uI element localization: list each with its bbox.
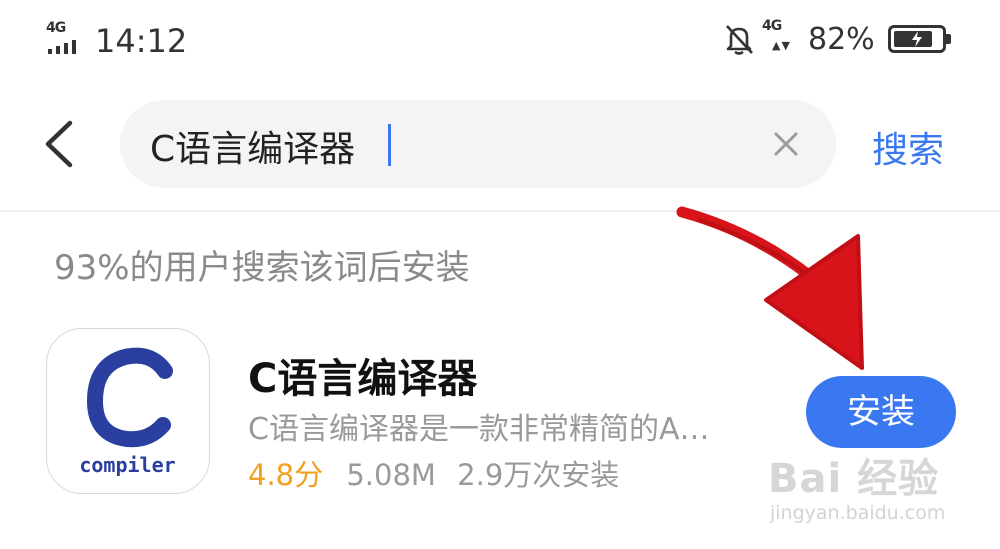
app-meta: 4.8分 5.08M 2.9万次安装 <box>248 452 619 494</box>
app-size: 5.08M <box>346 458 436 492</box>
network-type-label: 4G <box>46 20 66 36</box>
clear-icon[interactable] <box>768 126 804 162</box>
clock: 14:12 <box>95 22 188 60</box>
search-hint: 93%的用户搜索该词后安装 <box>54 248 470 288</box>
app-icon-label: compiler <box>79 453 176 477</box>
install-button[interactable]: 安装 <box>806 376 956 448</box>
search-button[interactable]: 搜索 <box>872 121 944 173</box>
app-install-count: 2.9万次安装 <box>457 458 620 492</box>
battery-icon <box>888 25 951 53</box>
divider <box>0 210 1000 212</box>
app-description: C语言编译器是一款非常精简的A… <box>248 412 710 447</box>
search-query[interactable]: C语言编译器 <box>150 120 355 172</box>
network-icon: 4G ▲▼ <box>762 18 791 52</box>
watermark-url: jingyan.baidu.com <box>770 502 946 524</box>
app-rating: 4.8分 <box>248 458 324 492</box>
watermark-logo: Bai 经验 <box>768 456 940 502</box>
text-caret <box>388 124 391 166</box>
app-icon[interactable]: compiler <box>46 328 210 494</box>
back-arrow-icon[interactable] <box>36 117 82 171</box>
status-bar: 4G 14:12 4G ▲▼ 82% <box>0 0 1000 80</box>
app-name: C语言编译器 <box>248 356 478 402</box>
battery-percent: 82% <box>808 22 875 57</box>
network-type-label-2: 4G <box>762 18 782 34</box>
watermark: Bai 经验 jingyan.baidu.com <box>768 446 978 536</box>
bell-muted-icon <box>726 25 753 55</box>
search-input[interactable]: C语言编译器 <box>120 100 836 188</box>
